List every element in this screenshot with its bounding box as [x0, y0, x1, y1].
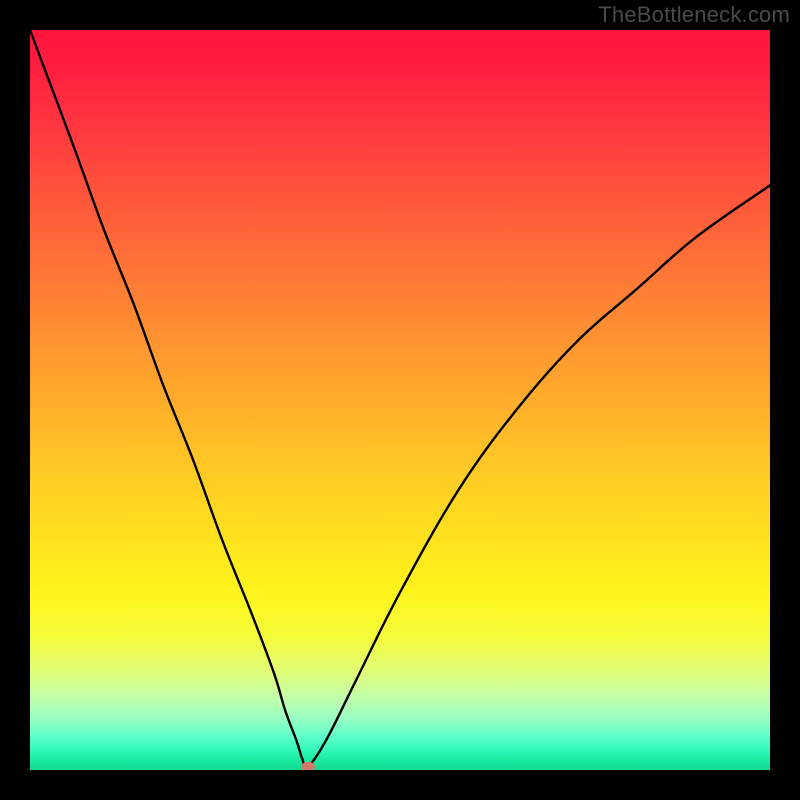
- plot-area: [30, 30, 770, 770]
- curve-svg: [30, 30, 770, 770]
- chart-frame: TheBottleneck.com: [0, 0, 800, 800]
- watermark-text: TheBottleneck.com: [598, 2, 790, 28]
- minimum-marker: [301, 762, 315, 770]
- bottleneck-curve-path: [30, 30, 770, 768]
